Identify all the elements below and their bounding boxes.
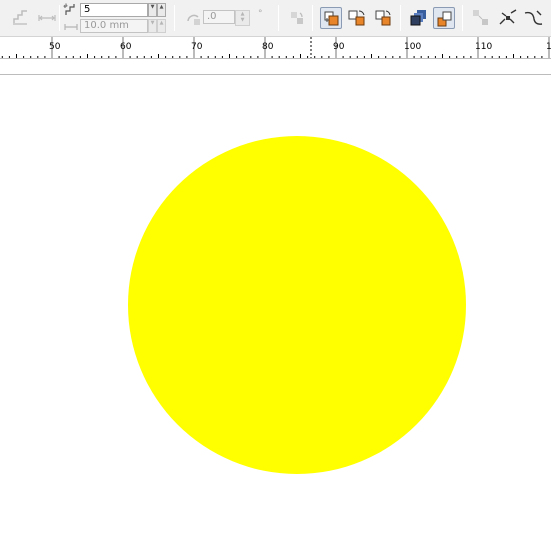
offset-spinner-down[interactable]: ▼ xyxy=(148,19,157,33)
blend-spacing-icon[interactable] xyxy=(36,7,58,29)
separator xyxy=(174,5,175,31)
copy-blend-icon[interactable] xyxy=(470,7,492,29)
acceleration-sizing-icon[interactable] xyxy=(433,7,455,29)
start-end-properties-icon[interactable] xyxy=(497,7,519,29)
clockwise-blend-icon[interactable] xyxy=(346,7,368,29)
separator xyxy=(59,5,60,31)
steps-spinner-up[interactable]: ▲ xyxy=(157,3,166,17)
svg-text:#: # xyxy=(63,3,68,10)
separator xyxy=(462,5,463,31)
ruler-label: 50 xyxy=(49,42,61,52)
angle-unit: ° xyxy=(258,9,263,19)
steps-spinner-down[interactable]: ▼ xyxy=(148,3,157,17)
ruler-label: 100 xyxy=(404,42,421,52)
counterclockwise-blend-icon[interactable] xyxy=(372,7,394,29)
path-properties-icon[interactable] xyxy=(522,7,544,29)
steps-input[interactable]: 5 xyxy=(80,3,148,17)
steps-icon: # xyxy=(63,2,79,18)
ruler-label: 80 xyxy=(262,42,274,52)
loop-blend-icon[interactable] xyxy=(286,7,308,29)
page-border xyxy=(0,74,551,75)
ruler-label: 110 xyxy=(475,42,492,52)
ruler-label: 70 xyxy=(191,42,203,52)
sun-circle[interactable] xyxy=(128,136,466,474)
offset-icon xyxy=(63,19,79,35)
blend-direct-icon[interactable] xyxy=(10,7,32,29)
angle-spinner[interactable]: ▲ ▼ xyxy=(235,10,250,26)
rotation-icon xyxy=(182,7,204,29)
separator xyxy=(400,5,401,31)
property-bar: # 5 ▼ ▲ 10.0 mm ▼ ▲ .0 ▲ ▼ ° xyxy=(0,0,551,37)
angle-input[interactable]: .0 xyxy=(203,10,235,24)
object-color-acceleration-icon[interactable] xyxy=(408,7,430,29)
horizontal-ruler[interactable]: 50 60 70 80 90 100 110 120 xyxy=(0,37,551,59)
direct-blend-icon[interactable] xyxy=(320,7,342,29)
separator xyxy=(278,5,279,31)
ruler-scale: 50 60 70 80 90 100 110 120 xyxy=(1,37,551,58)
ruler-label: 60 xyxy=(120,42,132,52)
offset-input[interactable]: 10.0 mm xyxy=(80,19,148,33)
separator xyxy=(312,5,313,31)
offset-spinner-up[interactable]: ▲ xyxy=(157,19,166,33)
ruler-label: 120 xyxy=(546,42,551,52)
ruler-label: 90 xyxy=(333,42,345,52)
